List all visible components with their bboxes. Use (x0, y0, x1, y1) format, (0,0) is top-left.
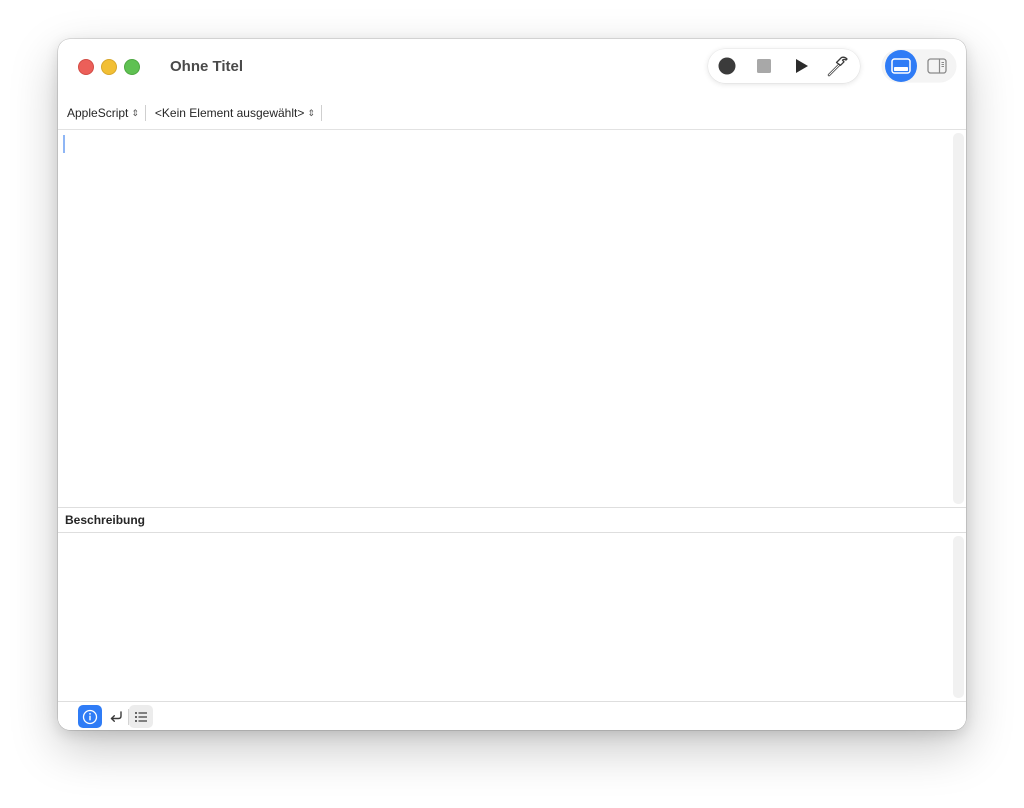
close-window-button[interactable] (78, 59, 94, 75)
description-header-label: Beschreibung (65, 513, 146, 527)
hammer-icon (827, 56, 848, 77)
description-scrollbar[interactable] (953, 536, 964, 698)
record-icon (718, 57, 736, 75)
element-popup-label: <Kein Element ausgewählt> (154, 106, 305, 120)
editor-scrollbar[interactable] (953, 133, 964, 504)
title-bar: Ohne Titel (58, 39, 966, 97)
stop-icon (757, 59, 771, 73)
up-down-chevron-icon: ⇕ (307, 108, 315, 118)
description-tab-button[interactable] (78, 705, 102, 728)
minimize-window-button[interactable] (101, 59, 117, 75)
script-editor-window: Ohne Titel AppleScript ⇕ <Kein Element a… (58, 39, 966, 730)
bottom-bar (58, 701, 966, 730)
text-cursor (63, 135, 65, 153)
info-icon (82, 709, 98, 724)
result-tab-button[interactable] (104, 705, 128, 728)
record-button[interactable] (713, 52, 741, 80)
stop-button[interactable] (750, 52, 778, 80)
script-editor-area[interactable] (58, 130, 966, 507)
description-text-area[interactable] (58, 533, 966, 701)
navigation-bar: AppleScript ⇕ <Kein Element ausgewählt> … (58, 97, 966, 130)
view-toggle-group (882, 50, 956, 82)
window-title: Ohne Titel (170, 58, 244, 75)
return-arrow-icon (110, 710, 122, 722)
zoom-window-button[interactable] (124, 59, 140, 75)
language-popup-label: AppleScript (67, 106, 129, 120)
play-icon (796, 59, 808, 73)
show-sidebar-button[interactable] (921, 50, 953, 82)
compile-button[interactable] (824, 52, 852, 80)
nav-divider (320, 105, 322, 121)
bottom-panel-icon (891, 58, 911, 74)
list-icon (135, 711, 147, 722)
run-button[interactable] (787, 52, 815, 80)
script-control-toolbar (708, 49, 860, 83)
up-down-chevron-icon: ⇕ (131, 108, 139, 118)
show-editor-view-button[interactable] (885, 50, 917, 82)
event-log-tab-button[interactable] (129, 705, 153, 728)
element-popup[interactable]: <Kein Element ausgewählt> ⇕ (146, 103, 321, 123)
language-popup[interactable]: AppleScript ⇕ (58, 103, 145, 123)
description-header: Beschreibung (58, 507, 966, 533)
sidebar-right-icon (927, 58, 947, 74)
